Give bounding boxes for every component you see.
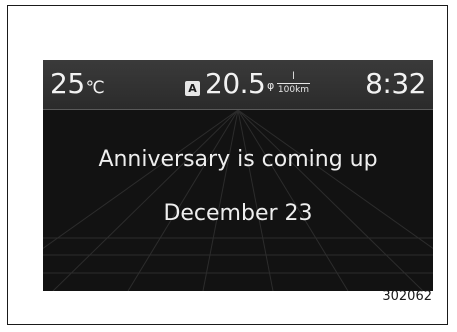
fuel-unit-numerator: l [292, 71, 295, 82]
multi-information-display: 25℃ A 20.5 φ l 100km 8:32 Anniversary is… [43, 60, 433, 291]
fuel-unit-prefix: φ [267, 79, 275, 92]
fuel-mode-badge: A [185, 81, 200, 96]
message-line-2: December 23 [163, 201, 313, 226]
fuel-unit-denominator: 100km [277, 85, 310, 95]
fraction-bar [277, 83, 310, 84]
fuel-unit-fraction: l 100km [277, 71, 310, 96]
status-bar: 25℃ A 20.5 φ l 100km 8:32 [43, 60, 433, 110]
temperature-unit: ℃ [85, 78, 105, 98]
figure-frame: 25℃ A 20.5 φ l 100km 8:32 Anniversary is… [7, 5, 448, 325]
message-line-1: Anniversary is coming up [98, 147, 378, 172]
figure-id: 302062 [382, 289, 432, 304]
fuel-economy-value: 20.5 [205, 67, 266, 100]
outside-temperature: 25℃ [50, 67, 105, 103]
temperature-value: 25 [50, 67, 85, 100]
clock: 8:32 [365, 67, 426, 100]
